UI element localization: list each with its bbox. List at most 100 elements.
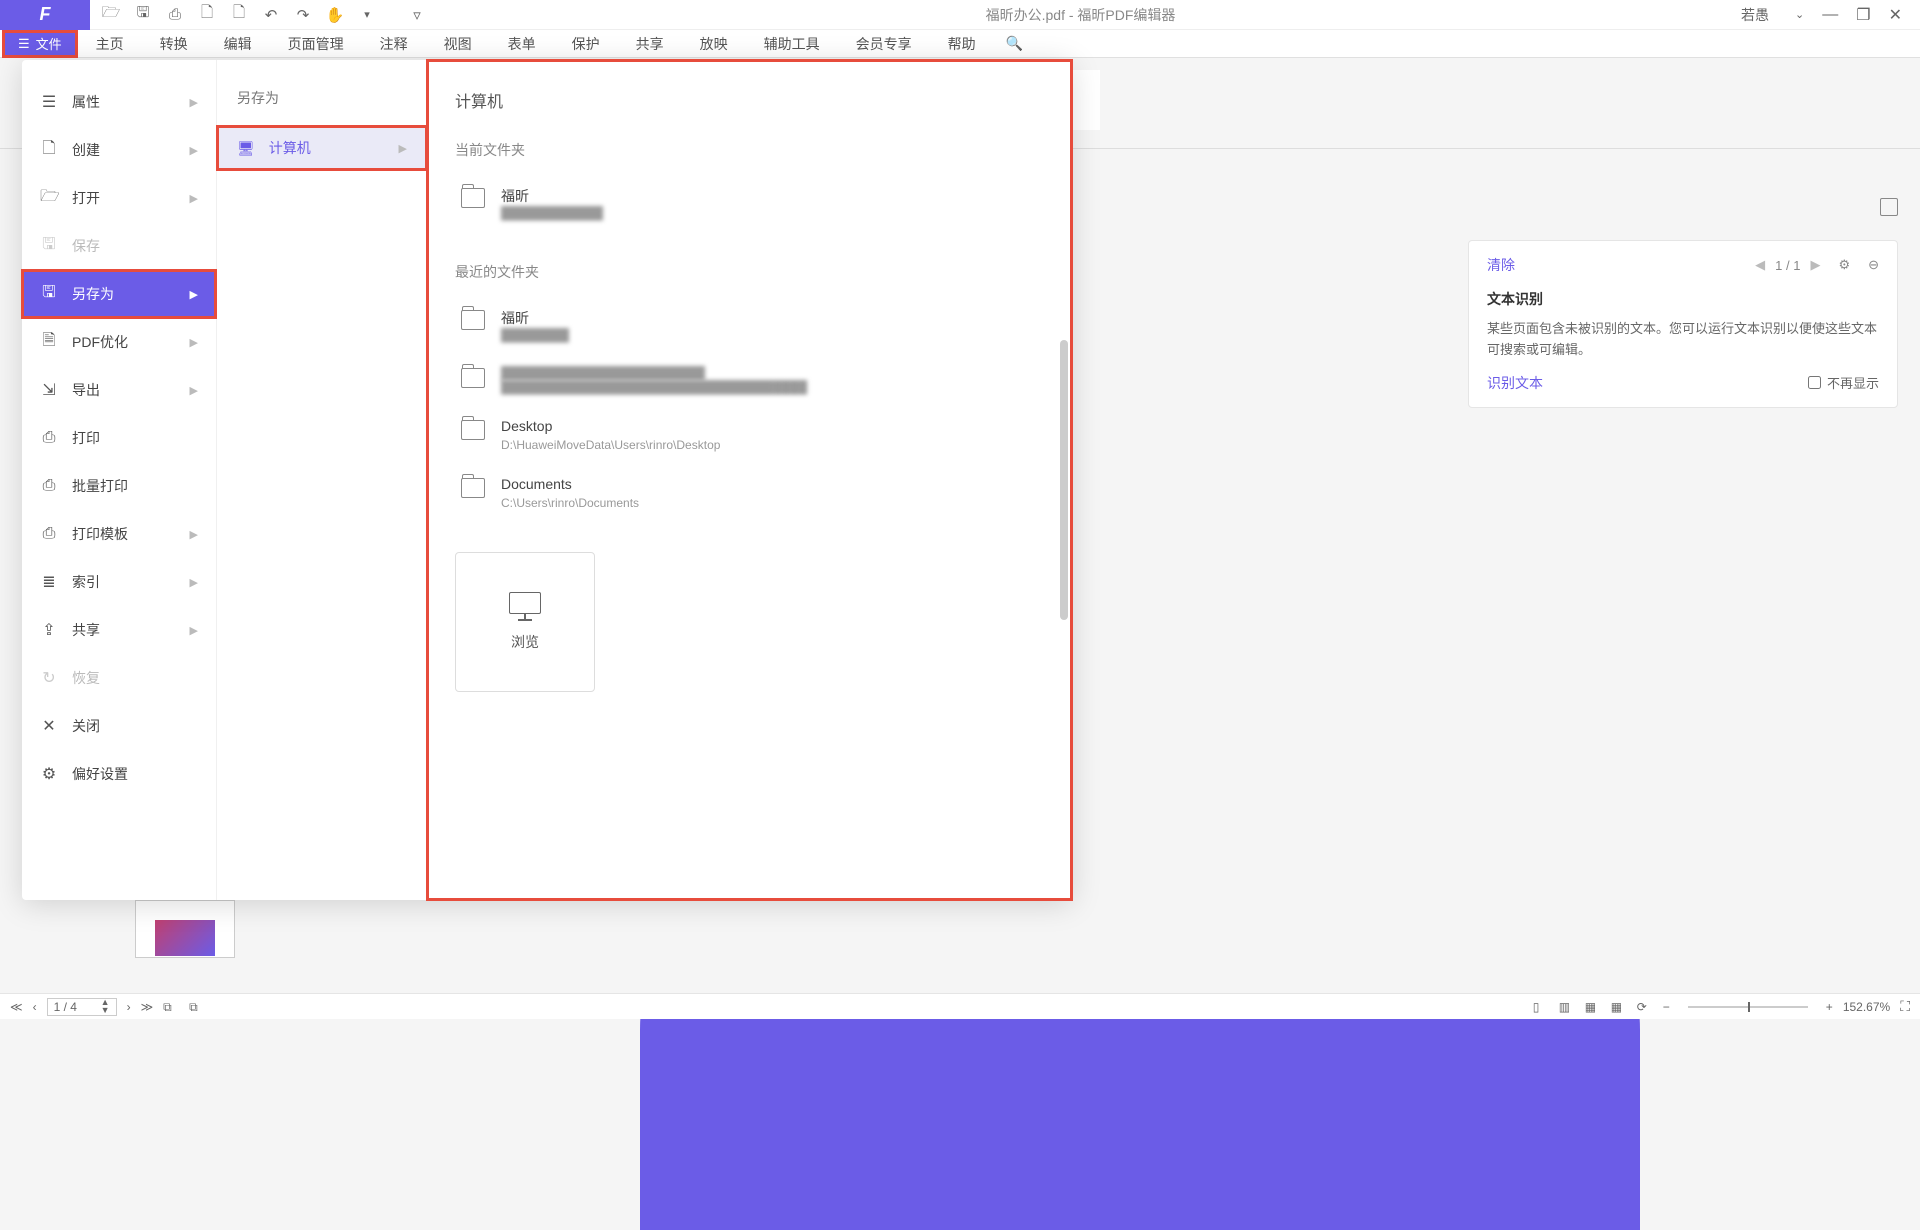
folder-row-desktop[interactable]: Desktop D:\HuaweiMoveData\Users\rinro\De…	[455, 408, 1044, 462]
folder-icon	[461, 368, 485, 388]
last-page-icon[interactable]: ≫	[141, 1000, 154, 1014]
ocr-recognize-link[interactable]: 识别文本	[1487, 373, 1543, 393]
open-icon[interactable]: 🗁	[102, 6, 120, 24]
zoom-out-icon[interactable]: −	[1663, 1000, 1670, 1014]
saveas-computer-label: 计算机	[269, 138, 311, 158]
browse-button[interactable]: 浏览	[455, 552, 595, 692]
next-page-icon[interactable]: ›	[127, 1000, 131, 1014]
file-tab[interactable]: ☰ 文件	[4, 32, 76, 56]
folder-row[interactable]: ████████████████████████ ███████████████…	[455, 356, 1044, 404]
copy2-icon[interactable]: ⧉	[189, 1000, 205, 1014]
file-menu-item-8[interactable]: ⎙批量打印	[22, 462, 216, 510]
file-menu-item-3: 🖫保存	[22, 222, 216, 270]
chevron-down-icon[interactable]: ▾	[358, 6, 376, 24]
menu-item-label: 保存	[72, 236, 100, 256]
tab-protect[interactable]: 保护	[554, 30, 618, 58]
file-menu-item-1[interactable]: 🗋创建▶	[22, 126, 216, 174]
folder-name: 福昕	[501, 186, 603, 206]
menu-item-icon: ✕	[40, 716, 58, 736]
file-menu-item-11[interactable]: ⇪共享▶	[22, 606, 216, 654]
facing2-icon[interactable]: ▦	[1611, 1000, 1627, 1014]
tab-share[interactable]: 共享	[618, 30, 682, 58]
zoom-slider[interactable]	[1688, 1006, 1808, 1008]
page-input[interactable]: 1 / 4 ▲▼	[47, 998, 117, 1016]
continuous-icon[interactable]: ▥	[1559, 1000, 1575, 1014]
folder-row[interactable]: 福昕 ████████	[455, 298, 1044, 352]
hand-icon[interactable]: ✋	[326, 6, 344, 24]
app-logo: F	[0, 0, 90, 30]
ocr-panel-header: 清除 ◀ 1 / 1 ▶ ⚙ ⊖	[1487, 255, 1879, 275]
tab-home[interactable]: 主页	[78, 30, 142, 58]
page-input-stepper[interactable]: ▲▼	[101, 999, 110, 1013]
copy1-icon[interactable]: ⧉	[163, 1000, 179, 1014]
file-menu-item-7[interactable]: ⎙打印	[22, 414, 216, 462]
ocr-next-icon[interactable]: ▶	[1810, 257, 1820, 273]
detail-scrollbar[interactable]	[1060, 340, 1068, 620]
file-menu-item-14[interactable]: ⚙偏好设置	[22, 750, 216, 798]
ocr-noshow-label: 不再显示	[1827, 373, 1879, 392]
tab-present[interactable]: 放映	[682, 30, 746, 58]
saveas-detail-panel: 计算机 当前文件夹 福昕 ████████████ 最近的文件夹 福昕 ████…	[427, 60, 1072, 900]
prev-page-icon[interactable]: ‹	[33, 1000, 37, 1014]
gear-icon[interactable]: ⚙	[1838, 257, 1850, 273]
minimize-button[interactable]: —	[1822, 6, 1838, 24]
saveas-computer-item[interactable]: 🖥 计算机 ▶	[217, 126, 427, 170]
user-name[interactable]: 若愚	[1741, 5, 1769, 25]
file-menu-item-13[interactable]: ✕ 关闭	[22, 702, 216, 750]
menu-item-icon: 🗎	[40, 329, 58, 356]
zoom-in-icon[interactable]: +	[1826, 1000, 1833, 1014]
ocr-clear-link[interactable]: 清除	[1487, 255, 1515, 275]
ocr-noshow-checkbox[interactable]: 不再显示	[1808, 373, 1879, 392]
file-menu-item-0[interactable]: ☰属性▶	[22, 78, 216, 126]
file-menu-item-9[interactable]: ⎙打印模板▶	[22, 510, 216, 558]
facing-icon[interactable]: ▦	[1585, 1000, 1601, 1014]
menu-item-label: 打印	[72, 428, 100, 448]
menu-icon: ☰	[18, 36, 30, 52]
menu-item-label: 属性	[72, 92, 100, 112]
redo-icon[interactable]: ↷	[294, 6, 312, 24]
menu-item-label: 恢复	[72, 668, 100, 688]
menu-item-label: 关闭	[72, 716, 100, 736]
more-icon[interactable]: ▿	[408, 6, 426, 24]
tab-help[interactable]: 帮助	[930, 30, 994, 58]
folder-icon	[461, 310, 485, 330]
file-menu-item-6[interactable]: ⇲导出▶	[22, 366, 216, 414]
undo-icon[interactable]: ↶	[262, 6, 280, 24]
tab-forms[interactable]: 表单	[490, 30, 554, 58]
tab-vip[interactable]: 会员专享	[838, 30, 930, 58]
file-menu-item-5[interactable]: 🗎PDF优化▶	[22, 318, 216, 366]
tab-accessibility[interactable]: 辅助工具	[746, 30, 838, 58]
search-icon[interactable]: 🔍	[994, 35, 1035, 52]
tab-convert[interactable]: 转换	[142, 30, 206, 58]
close-button[interactable]: ✕	[1889, 5, 1902, 25]
folder-row-documents[interactable]: Documents C:\Users\rinro\Documents	[455, 466, 1044, 520]
page2-icon[interactable]: 🗋	[230, 6, 248, 24]
fullscreen-icon[interactable]: ⛶	[1900, 998, 1910, 1015]
tab-edit[interactable]: 编辑	[206, 30, 270, 58]
menu-item-label: 索引	[72, 572, 100, 592]
panel-toggle-icon[interactable]	[1880, 198, 1898, 216]
folder-row-current[interactable]: 福昕 ████████████	[455, 176, 1044, 230]
save-icon[interactable]: 🖫	[134, 6, 152, 24]
print-icon[interactable]: ⎙	[166, 6, 184, 24]
ocr-close-icon[interactable]: ⊖	[1868, 257, 1879, 273]
ocr-noshow-input[interactable]	[1808, 376, 1821, 389]
file-menu-column: ☰属性▶🗋创建▶🗁打开▶🖫保存🖫另存为▶🗎PDF优化▶⇲导出▶⎙打印⎙批量打印⎙…	[22, 60, 217, 900]
first-page-icon[interactable]: ≪	[10, 1000, 23, 1014]
file-menu-item-4[interactable]: 🖫另存为▶	[22, 270, 216, 318]
tab-annotate[interactable]: 注释	[362, 30, 426, 58]
user-chevron-icon[interactable]: ⌄	[1795, 8, 1804, 21]
reflow-icon[interactable]: ⟳	[1637, 1000, 1653, 1014]
detail-title: 计算机	[455, 88, 1044, 112]
file-menu-item-2[interactable]: 🗁打开▶	[22, 174, 216, 222]
chevron-right-icon: ▶	[190, 624, 198, 637]
maximize-button[interactable]: ❐	[1856, 5, 1870, 25]
file-menu-item-10[interactable]: ≣索引▶	[22, 558, 216, 606]
page-icon[interactable]: 🗋	[198, 6, 216, 24]
status-bar: ≪ ‹ 1 / 4 ▲▼ › ≫ ⧉ ⧉ ▯ ▥ ▦ ▦ ⟳ − + 152.6…	[0, 993, 1920, 1019]
menu-item-icon: ⚙	[40, 764, 58, 784]
tab-view[interactable]: 视图	[426, 30, 490, 58]
tab-pages[interactable]: 页面管理	[270, 30, 362, 58]
ocr-prev-icon[interactable]: ◀	[1755, 257, 1765, 273]
singlepage-icon[interactable]: ▯	[1533, 1000, 1549, 1014]
